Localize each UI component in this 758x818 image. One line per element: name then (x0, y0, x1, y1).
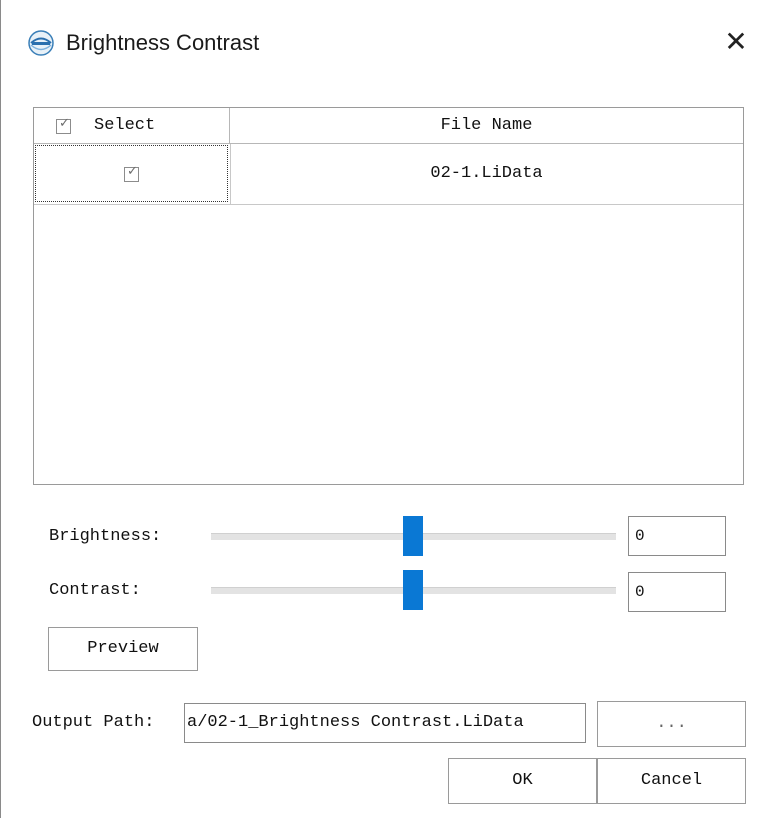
browse-button[interactable]: ... (597, 701, 746, 747)
contrast-value-input[interactable]: 0 (628, 572, 726, 612)
preview-button[interactable]: Preview (48, 627, 198, 671)
dialog-title: Brightness Contrast (66, 30, 260, 55)
checkmark-icon: ✓ (59, 116, 70, 131)
table-header: ✓ Select File Name (34, 108, 743, 144)
table-row[interactable]: ✓ 02-1.LiData (34, 144, 743, 205)
close-icon[interactable]: ✕ (718, 24, 754, 60)
title-bar: Brightness Contrast ✕ (0, 0, 758, 86)
brightness-value-input[interactable]: 0 (628, 516, 726, 556)
row-select-cell[interactable]: ✓ (35, 145, 228, 202)
cancel-button[interactable]: Cancel (597, 758, 746, 804)
output-path-label: Output Path: (32, 713, 155, 732)
brightness-slider-thumb[interactable] (403, 516, 423, 556)
row-checkbox[interactable]: ✓ (124, 164, 139, 182)
select-all-checkbox[interactable]: ✓ (56, 116, 71, 134)
column-header-select[interactable]: ✓ Select (34, 108, 230, 143)
contrast-slider-thumb[interactable] (403, 570, 423, 610)
select-header-label: Select (94, 116, 156, 135)
brightness-contrast-dialog: Brightness Contrast ✕ ✓ Select File Name… (0, 0, 758, 818)
contrast-label: Contrast: (49, 581, 141, 600)
lidar-logo-icon (28, 30, 54, 56)
file-name-header-label: File Name (440, 116, 533, 135)
file-table: ✓ Select File Name ✓ 02-1.LiData (33, 107, 744, 485)
checkmark-icon: ✓ (127, 164, 138, 179)
ok-button[interactable]: OK (448, 758, 597, 804)
column-header-file-name[interactable]: File Name (230, 108, 743, 143)
output-path-input[interactable]: a/02-1_Brightness Contrast.LiData (184, 703, 586, 743)
brightness-label: Brightness: (49, 527, 162, 546)
row-file-name: 02-1.LiData (430, 164, 543, 183)
